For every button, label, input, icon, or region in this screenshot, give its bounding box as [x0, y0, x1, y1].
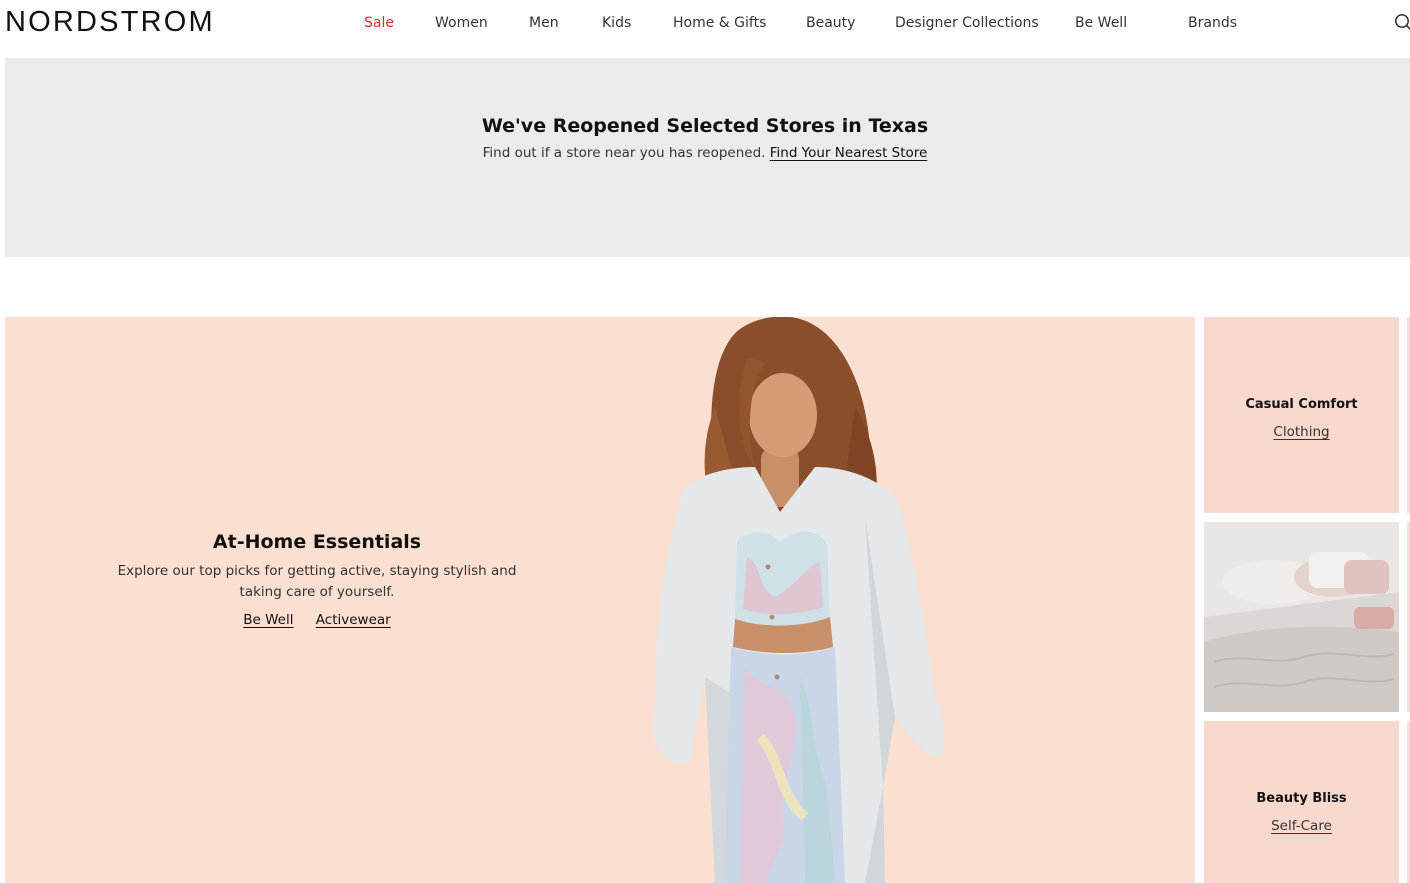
banner-text: Find out if a store near you has reopene…: [482, 145, 766, 161]
nordstrom-logo[interactable]: NORDSTROM: [5, 6, 215, 39]
nav-item-kids[interactable]: Kids: [602, 15, 631, 31]
nav-item-designer-collections[interactable]: Designer Collections: [895, 15, 1039, 31]
hero-title: At-Home Essentials: [212, 531, 422, 553]
hero-at-home-essentials[interactable]: At-Home Essentials Explore our top picks…: [5, 317, 1195, 883]
hero-description: Explore our top picks for getting active…: [117, 563, 517, 600]
tile-beauty-bliss[interactable]: Beauty Bliss Self-Care: [1204, 721, 1399, 883]
nav-item-beauty[interactable]: Beauty: [806, 15, 855, 31]
hero-model-image: [653, 317, 945, 883]
nav-item-home-gifts[interactable]: Home & Gifts: [673, 15, 766, 31]
find-store-link[interactable]: Find Your Nearest Store: [770, 145, 928, 161]
nav-item-sale[interactable]: Sale: [364, 15, 394, 31]
site-header: NORDSTROM Sale Women Men Kids Home & Gif…: [0, 0, 1410, 57]
search-icon[interactable]: [1394, 13, 1410, 31]
self-care-link[interactable]: Self-Care: [1271, 818, 1332, 834]
hero-links: Be Well Activewear: [117, 612, 517, 628]
banner-line: Find out if a store near you has reopene…: [0, 145, 1410, 161]
nav-item-brands[interactable]: Brands: [1188, 15, 1237, 31]
bedding-photo: [1204, 522, 1399, 712]
hero-copy: At-Home Essentials Explore our top picks…: [117, 531, 517, 628]
tile-casual-title: Casual Comfort: [1245, 397, 1358, 412]
nav-item-men[interactable]: Men: [529, 15, 559, 31]
store-reopen-banner: We've Reopened Selected Stores in Texas …: [5, 58, 1410, 257]
clothing-link[interactable]: Clothing: [1273, 424, 1329, 440]
nav-item-be-well[interactable]: Be Well: [1075, 15, 1127, 31]
nav-item-women[interactable]: Women: [435, 15, 488, 31]
tile-casual-comfort[interactable]: Casual Comfort Clothing: [1204, 317, 1399, 513]
bedding-image[interactable]: [1204, 522, 1399, 712]
be-well-link[interactable]: Be Well: [243, 612, 293, 628]
activewear-link[interactable]: Activewear: [316, 612, 391, 628]
tile-beauty-title: Beauty Bliss: [1256, 791, 1347, 806]
banner-title: We've Reopened Selected Stores in Texas: [481, 115, 929, 137]
